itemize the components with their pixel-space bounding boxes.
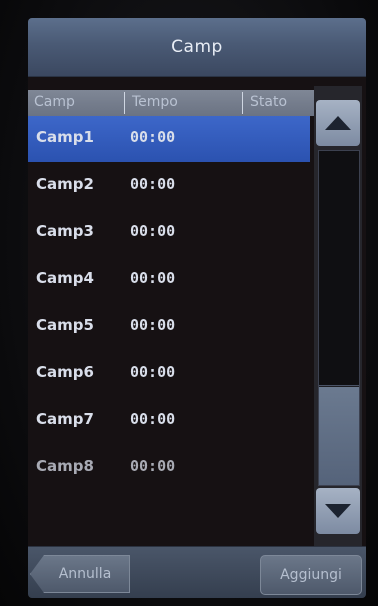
list-item-camp7[interactable]: Camp7 00:00 <box>28 398 310 444</box>
camp-time: 00:00 <box>130 316 176 334</box>
camp-name: Camp5 <box>36 316 94 334</box>
scroll-track[interactable] <box>318 150 360 486</box>
camp-name: Camp6 <box>36 363 94 381</box>
camp-list: Camp1 00:00 Camp2 00:00 Camp3 00:00 Camp… <box>28 116 310 546</box>
list-item-camp3[interactable]: Camp3 00:00 <box>28 210 310 256</box>
screen: Camp Camp Tempo Stato Camp1 00:00 Camp2 … <box>28 18 366 598</box>
camp-time: 00:00 <box>130 175 176 193</box>
column-header-tempo: Tempo <box>132 94 178 110</box>
camp-time: 00:00 <box>130 128 176 146</box>
camp-time: 00:00 <box>130 363 176 381</box>
scroll-thumb[interactable] <box>319 151 359 386</box>
device-bezel: Camp Camp Tempo Stato Camp1 00:00 Camp2 … <box>0 0 378 606</box>
scrollbar[interactable] <box>314 86 362 548</box>
triangle-down-icon <box>325 504 351 518</box>
column-header-camp: Camp <box>34 94 75 110</box>
scroll-down-button[interactable] <box>316 488 360 534</box>
camp-name: Camp3 <box>36 222 94 240</box>
scroll-track-lower <box>319 387 359 485</box>
camp-time: 00:00 <box>130 269 176 287</box>
camp-time: 00:00 <box>130 410 176 428</box>
column-divider <box>242 92 243 114</box>
list-item-camp4[interactable]: Camp4 00:00 <box>28 257 310 303</box>
cancel-button[interactable]: Annulla <box>30 555 130 593</box>
list-item-camp2[interactable]: Camp2 00:00 <box>28 163 310 209</box>
list-item-camp5[interactable]: Camp5 00:00 <box>28 304 310 350</box>
camp-name: Camp4 <box>36 269 94 287</box>
column-divider <box>124 92 125 114</box>
list-item-camp1[interactable]: Camp1 00:00 <box>28 116 310 162</box>
list-item-camp8[interactable]: Camp8 00:00 <box>28 445 310 491</box>
page-title: Camp <box>28 18 366 77</box>
table-header: Camp Tempo Stato <box>28 90 314 116</box>
camp-name: Camp1 <box>36 128 94 146</box>
bottom-bar: Annulla Aggiungi <box>28 546 366 598</box>
camp-name: Camp8 <box>36 457 94 475</box>
camp-name: Camp2 <box>36 175 94 193</box>
scroll-up-button[interactable] <box>316 100 360 146</box>
camp-time: 00:00 <box>130 457 176 475</box>
camp-time: 00:00 <box>130 222 176 240</box>
camp-name: Camp7 <box>36 410 94 428</box>
add-button[interactable]: Aggiungi <box>260 555 362 595</box>
column-header-stato: Stato <box>250 94 288 110</box>
triangle-up-icon <box>325 116 351 130</box>
list-item-camp6[interactable]: Camp6 00:00 <box>28 351 310 397</box>
